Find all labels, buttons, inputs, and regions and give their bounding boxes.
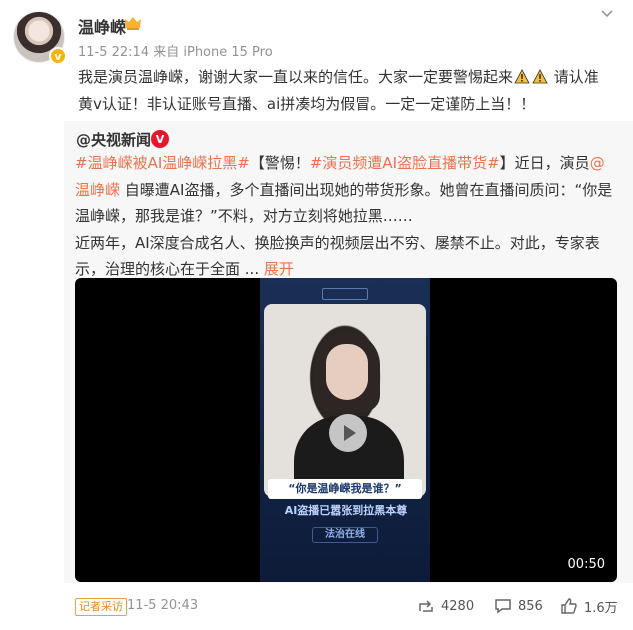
crown-icon: [125, 17, 141, 30]
weibo-post: v 温峥嵘 11-5 22:14 来自 iPhone 15 Pro 我是演员温峥…: [0, 0, 633, 630]
program-logo: [322, 288, 368, 300]
repost-card[interactable]: @央视新闻 V #温峥嵘被AI温峥嵘拉黑#【警惕！#演员频遭AI盗脸直播带货#】…: [64, 121, 633, 583]
video-brand: 法治在线: [312, 527, 378, 543]
warning-icon: [514, 69, 530, 84]
post-text: 我是演员温峥嵘，谢谢大家一直以来的信任。大家一定要警惕起来 请认准黄v认证！非认…: [78, 64, 613, 118]
play-icon[interactable]: [329, 414, 367, 452]
post-text-part1: 我是演员温峥嵘，谢谢大家一直以来的信任。大家一定要警惕起来: [78, 68, 514, 86]
like-button[interactable]: 1.6万: [560, 596, 618, 616]
comment-button[interactable]: 856: [494, 596, 543, 616]
chevron-down-icon[interactable]: [598, 7, 616, 21]
thumbnail-face: [326, 344, 368, 400]
video-caption: “你是温峥嵘我是谁？”: [268, 479, 422, 499]
post-meta: 11-5 22:14 来自 iPhone 15 Pro: [78, 45, 273, 60]
repost-text-b: 自曝遭AI盗播，多个直播间出现她的带货形象。她曾在直播间质问：“你是温峥嵘，那我…: [75, 180, 613, 226]
author-name[interactable]: 温峥嵘: [78, 14, 126, 38]
forward-icon: [419, 600, 433, 612]
watermark: [85, 554, 165, 572]
post-tag[interactable]: 记者采访: [75, 598, 127, 616]
expand-link[interactable]: 展开: [264, 260, 294, 278]
topic-link[interactable]: #温峥嵘被AI温峥嵘拉黑#: [75, 154, 250, 172]
forward-count: 4280: [441, 598, 475, 614]
repost-ellipsis: ...: [240, 260, 264, 278]
video-thumbnail: [264, 304, 426, 497]
video-subcaption: AI盗播已嚣张到拉黑本尊: [284, 504, 408, 517]
cctv-verified-icon: V: [151, 130, 169, 148]
topic-link[interactable]: #演员频遭AI盗脸直播带货#: [310, 154, 500, 172]
comment-count: 856: [518, 598, 543, 614]
video-duration: 00:50: [567, 557, 605, 572]
repost-text: #温峥嵘被AI温峥嵘拉黑#【警惕！#演员频遭AI盗脸直播带货#】近日，演员@温峥…: [75, 150, 619, 283]
like-count: 1.6万: [584, 600, 618, 616]
repost-text-c: 近两年，AI深度合成名人、换脸换声的视频层出不穷、屡禁不止。对此，专家表示，治理…: [75, 233, 600, 279]
repost-time: 11-5 20:43: [127, 598, 199, 613]
repost-text-a: 】近日，演员: [499, 154, 590, 172]
video-player[interactable]: “你是温峥嵘我是谁？” AI盗播已嚣张到拉黑本尊 法治在线 00:50: [75, 278, 617, 582]
warning-icon: [532, 69, 548, 84]
verified-badge-icon: v: [49, 47, 67, 65]
comment-icon: [495, 599, 511, 614]
repost-text-bracket: 【警惕！: [249, 154, 310, 172]
repost-source-name[interactable]: @央视新闻: [76, 129, 151, 150]
like-icon: [561, 598, 577, 614]
forward-button[interactable]: 4280: [417, 596, 474, 616]
